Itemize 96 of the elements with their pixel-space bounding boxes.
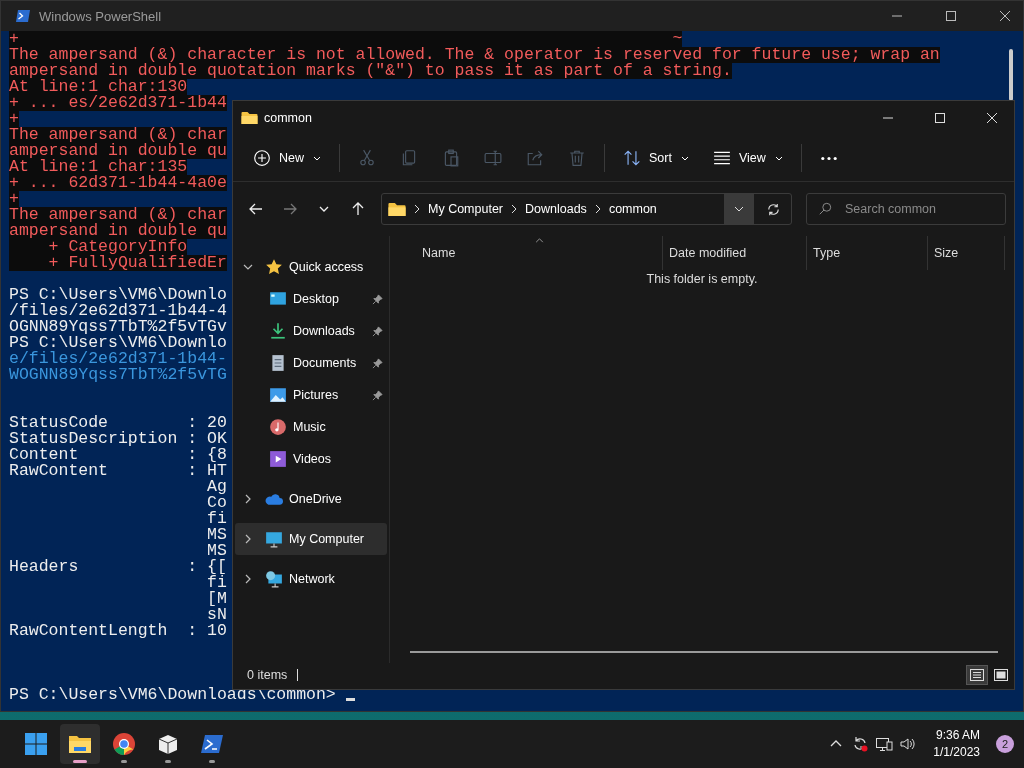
- nav-item[interactable]: Videos: [235, 443, 387, 475]
- console-line: PS C:\Users\VM6\Downlo: [9, 335, 227, 351]
- console-line: WOGNN89Yqss7TbT%2f5vTG: [9, 367, 227, 383]
- close-icon[interactable]: [986, 112, 998, 124]
- download-icon: [269, 322, 287, 340]
- network-icon[interactable]: [875, 735, 894, 753]
- console-line: Co: [206, 495, 227, 511]
- maximize-icon[interactable]: [945, 10, 957, 22]
- chevron-right-icon[interactable]: [243, 494, 253, 504]
- sync-icon[interactable]: [851, 735, 870, 753]
- console-line: Content : {8: [9, 447, 227, 463]
- view-button[interactable]: View: [702, 143, 793, 173]
- new-button[interactable]: New: [243, 143, 331, 173]
- music-icon: [269, 418, 287, 436]
- horizontal-scrollbar[interactable]: [410, 651, 998, 653]
- console-line: fi: [206, 511, 227, 527]
- console-line: e/files/2e62d371-1b44-: [9, 351, 227, 367]
- console-line: Headers : {[: [9, 559, 227, 575]
- console-line: Ag: [206, 479, 227, 495]
- caret-icon: [680, 155, 689, 161]
- console-line: StatusCode : 20: [9, 415, 227, 431]
- caret-icon: [774, 155, 783, 161]
- nav-item[interactable]: Network: [235, 563, 387, 595]
- nav-item[interactable]: Pictures: [235, 379, 387, 411]
- folder-icon: [241, 111, 258, 125]
- column-header[interactable]: Type: [807, 236, 928, 270]
- monitor-icon: [265, 530, 283, 548]
- chrome-logo: [112, 732, 136, 756]
- console-line: MS: [206, 543, 227, 559]
- console-line: MS: [206, 527, 227, 543]
- details-view-button[interactable]: [966, 665, 988, 685]
- arrow-left-icon: [248, 201, 264, 217]
- star-icon: [265, 258, 283, 276]
- breadcrumb[interactable]: My Computer: [428, 202, 504, 216]
- scrollbar-thumb[interactable]: [1009, 49, 1013, 101]
- console-line: OGNN89Yqss7TbT%2f5vTGv: [9, 319, 227, 335]
- chevron-icon: [594, 204, 601, 214]
- console-line: /files/2e62d371-1b44-4: [9, 303, 227, 319]
- picture-icon: [269, 386, 287, 404]
- caret-icon: [313, 155, 321, 161]
- sort-button[interactable]: Sort: [613, 143, 699, 173]
- windows-logo: [24, 732, 48, 756]
- nav-item[interactable]: Downloads: [235, 315, 387, 347]
- details-view-icon: [970, 669, 984, 681]
- console-line: [M: [206, 591, 227, 607]
- powershell-icon: [15, 8, 31, 24]
- refresh-icon[interactable]: [766, 201, 781, 217]
- console-line: RawContent : HT: [9, 463, 227, 479]
- arrow-up-icon: [350, 201, 366, 217]
- window-title: common: [264, 111, 312, 125]
- chevron-down-icon[interactable]: [243, 262, 253, 272]
- console-line: PS C:\Users\VM6\Downlo: [9, 287, 227, 303]
- text-cursor: [345, 697, 355, 701]
- volume-icon[interactable]: [899, 735, 918, 753]
- clock[interactable]: 9:36 AM 1/1/2023: [933, 727, 980, 761]
- chevron-right-icon[interactable]: [243, 534, 253, 544]
- desktop-icon: [269, 290, 287, 308]
- close-icon[interactable]: [999, 10, 1011, 22]
- nav-item[interactable]: Desktop: [235, 283, 387, 315]
- window-title: Windows PowerShell: [39, 8, 162, 24]
- console-line: StatusDescription : OK: [9, 431, 227, 447]
- console-line: fi: [206, 575, 227, 591]
- chevron-icon: [414, 204, 420, 214]
- empty-folder-message: This folder is empty.: [646, 272, 758, 286]
- explorer-taskbar-button[interactable]: [60, 724, 100, 764]
- document-icon: [269, 354, 287, 372]
- column-header[interactable]: Name: [410, 236, 663, 270]
- breadcrumb[interactable]: Downloads: [525, 202, 587, 216]
- chevron-down-icon: [734, 206, 744, 212]
- nav-item[interactable]: OneDrive: [235, 483, 387, 515]
- address-bar[interactable]: My Computer Downloads common: [381, 193, 792, 225]
- sort-caret-icon: [535, 238, 544, 243]
- chevron-icon: [511, 204, 518, 214]
- network-icon: [265, 570, 283, 588]
- search-field[interactable]: Search common: [806, 193, 1006, 225]
- column-header[interactable]: Date modified: [663, 236, 807, 270]
- folder-icon: [388, 201, 406, 217]
- nav-item[interactable]: My Computer: [235, 523, 387, 555]
- box-icon: [156, 732, 180, 756]
- console-line: RawContentLength : 10: [9, 623, 227, 639]
- notification-badge[interactable]: 2: [996, 735, 1014, 753]
- item-count: 0 items: [247, 668, 288, 682]
- console-line: PS C:\Users\VM6\Downloads\common>: [9, 687, 337, 703]
- powershell-icon: [200, 732, 224, 756]
- nav-item[interactable]: Quick access: [235, 251, 387, 283]
- video-icon: [269, 450, 287, 468]
- tiles-view-icon: [994, 669, 1008, 681]
- maximize-icon[interactable]: [934, 112, 946, 124]
- breadcrumb[interactable]: common: [608, 202, 657, 216]
- column-header[interactable]: Size: [928, 236, 1005, 270]
- console-line: sN: [206, 607, 227, 623]
- arrow-right-icon: [282, 201, 298, 217]
- chevron-right-icon[interactable]: [243, 574, 253, 584]
- search-icon: [818, 202, 832, 216]
- nav-item[interactable]: Documents: [235, 347, 387, 379]
- nav-item[interactable]: Music: [235, 411, 387, 443]
